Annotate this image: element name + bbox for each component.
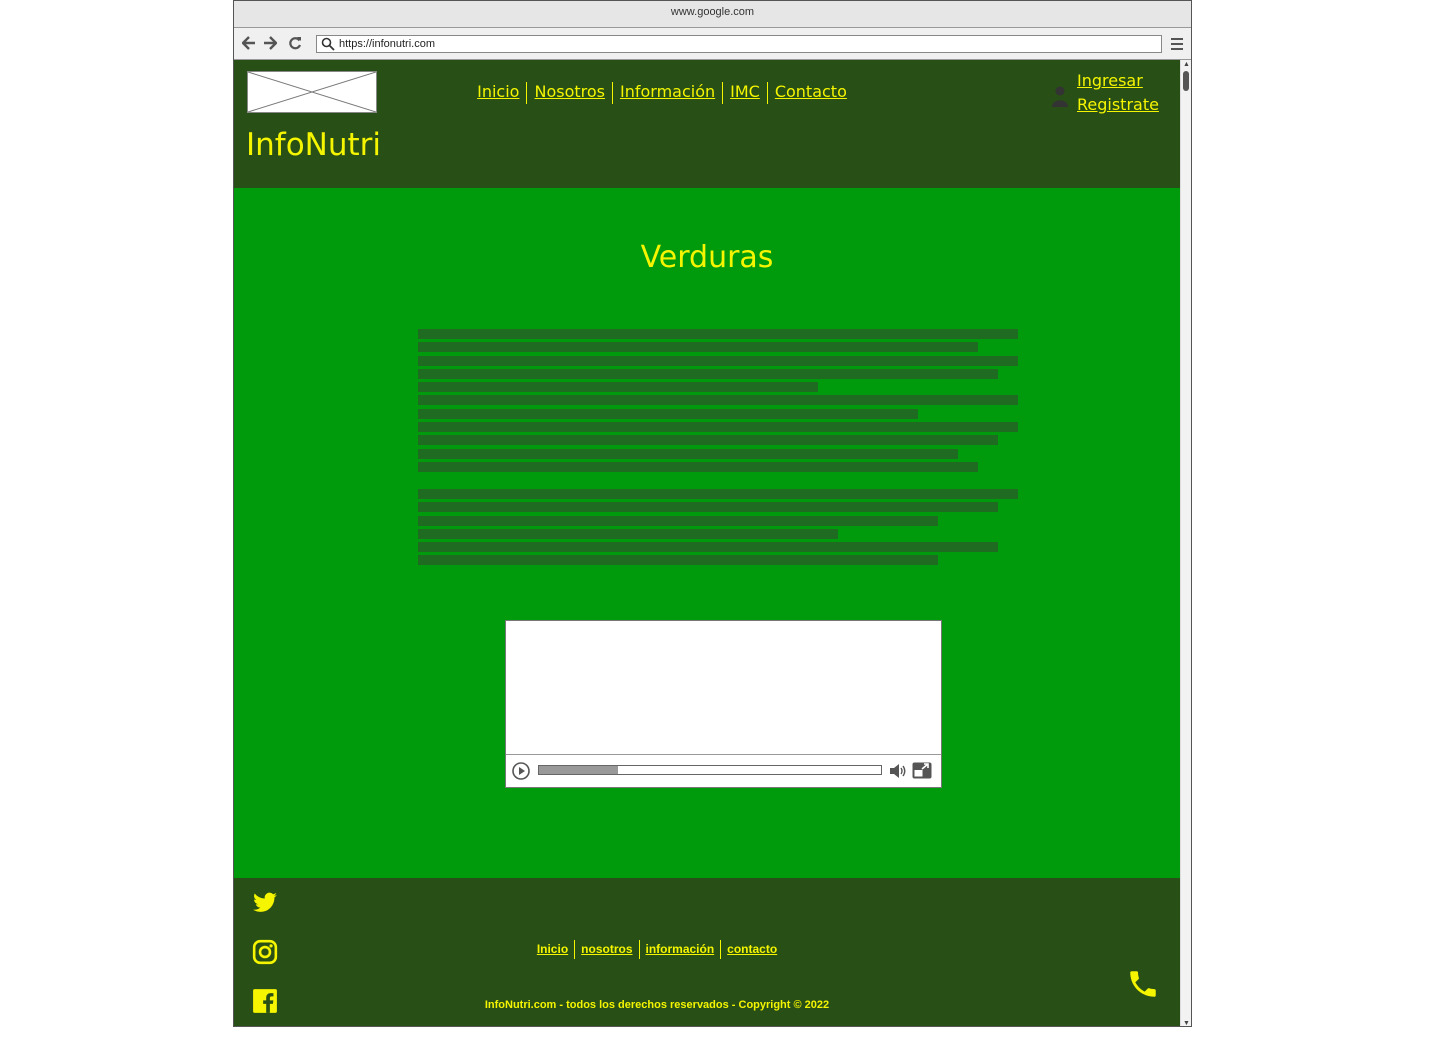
browser-title-bar: www.google.com xyxy=(234,1,1191,28)
nav-link-imc[interactable]: IMC xyxy=(723,82,767,101)
login-link[interactable]: Ingresar xyxy=(1077,69,1159,93)
text-line xyxy=(418,355,1018,366)
auth-links: Ingresar Registrate xyxy=(1077,69,1159,117)
nav-link-informacion[interactable]: Información xyxy=(613,82,722,101)
text-line xyxy=(418,382,819,393)
footer-link-nosotros[interactable]: nosotros xyxy=(575,942,638,956)
window-title: www.google.com xyxy=(670,6,755,18)
browser-window: www.google.com https://infonutri.com Inf… xyxy=(233,0,1192,1027)
play-icon[interactable] xyxy=(512,762,530,780)
brand-name: InfoNutri xyxy=(246,127,382,163)
url-text: https://infonutri.com xyxy=(339,38,435,50)
address-bar[interactable]: https://infonutri.com xyxy=(316,35,1162,53)
browser-toolbar: https://infonutri.com xyxy=(234,28,1191,60)
page-title: Verduras xyxy=(640,240,774,275)
search-icon xyxy=(321,37,335,51)
text-line xyxy=(418,395,1018,406)
text-line xyxy=(418,542,999,553)
footer-link-contacto[interactable]: contacto xyxy=(721,942,783,956)
vertical-scrollbar[interactable]: ▲ ▼ xyxy=(1180,60,1191,1026)
phone-icon[interactable] xyxy=(1126,967,1160,1001)
copyright-text: InfoNutri.com - todos los derechos reser… xyxy=(484,999,830,1011)
text-line xyxy=(418,368,999,379)
main-content: Verduras xyxy=(234,188,1180,878)
text-line xyxy=(418,489,1018,499)
text-line xyxy=(418,435,999,446)
nav-link-inicio[interactable]: Inicio xyxy=(470,82,526,101)
video-player[interactable] xyxy=(505,620,942,788)
video-progress-fill xyxy=(539,766,618,774)
text-paragraph-placeholder xyxy=(418,329,1018,475)
register-link[interactable]: Registrate xyxy=(1077,93,1159,117)
scrollbar-thumb[interactable] xyxy=(1183,71,1189,91)
volume-icon[interactable] xyxy=(889,763,907,779)
text-line xyxy=(418,422,1018,433)
text-line xyxy=(418,528,838,539)
text-line xyxy=(418,342,978,353)
back-arrow-icon[interactable] xyxy=(241,36,256,54)
text-paragraph-placeholder xyxy=(418,489,1018,569)
text-line xyxy=(418,408,918,419)
scroll-down-arrow-icon[interactable]: ▼ xyxy=(1183,1020,1190,1026)
twitter-icon[interactable] xyxy=(252,890,278,916)
video-progress-bar[interactable] xyxy=(538,765,882,775)
scroll-up-arrow-icon[interactable]: ▲ xyxy=(1183,61,1190,68)
fullscreen-icon[interactable] xyxy=(912,762,932,779)
reload-icon[interactable] xyxy=(288,36,302,54)
text-line xyxy=(418,448,958,459)
footer-link-inicio[interactable]: Inicio xyxy=(531,942,574,956)
user-icon xyxy=(1052,86,1068,107)
text-line xyxy=(418,461,978,472)
text-line xyxy=(418,555,939,566)
nav-link-contacto[interactable]: Contacto xyxy=(768,82,854,101)
page-viewport: InfoNutri Inicio Nosotros Información IMC Co… xyxy=(234,60,1180,1026)
main-nav: Inicio Nosotros Información IMC Contacto xyxy=(234,82,1180,104)
text-line xyxy=(418,329,1018,339)
hamburger-menu-icon[interactable] xyxy=(1171,38,1183,50)
video-controls xyxy=(506,754,941,787)
footer-nav: Inicio nosotros información contacto xyxy=(234,940,1180,959)
site-header: InfoNutri Inicio Nosotros Información IMC Co… xyxy=(234,60,1180,188)
site-footer: Inicio nosotros información contacto InfoNu… xyxy=(234,878,1180,1026)
text-line xyxy=(418,502,999,513)
nav-link-nosotros[interactable]: Nosotros xyxy=(527,82,612,101)
text-line xyxy=(418,515,939,526)
forward-arrow-icon[interactable] xyxy=(263,36,278,54)
footer-link-informacion[interactable]: información xyxy=(640,942,721,956)
